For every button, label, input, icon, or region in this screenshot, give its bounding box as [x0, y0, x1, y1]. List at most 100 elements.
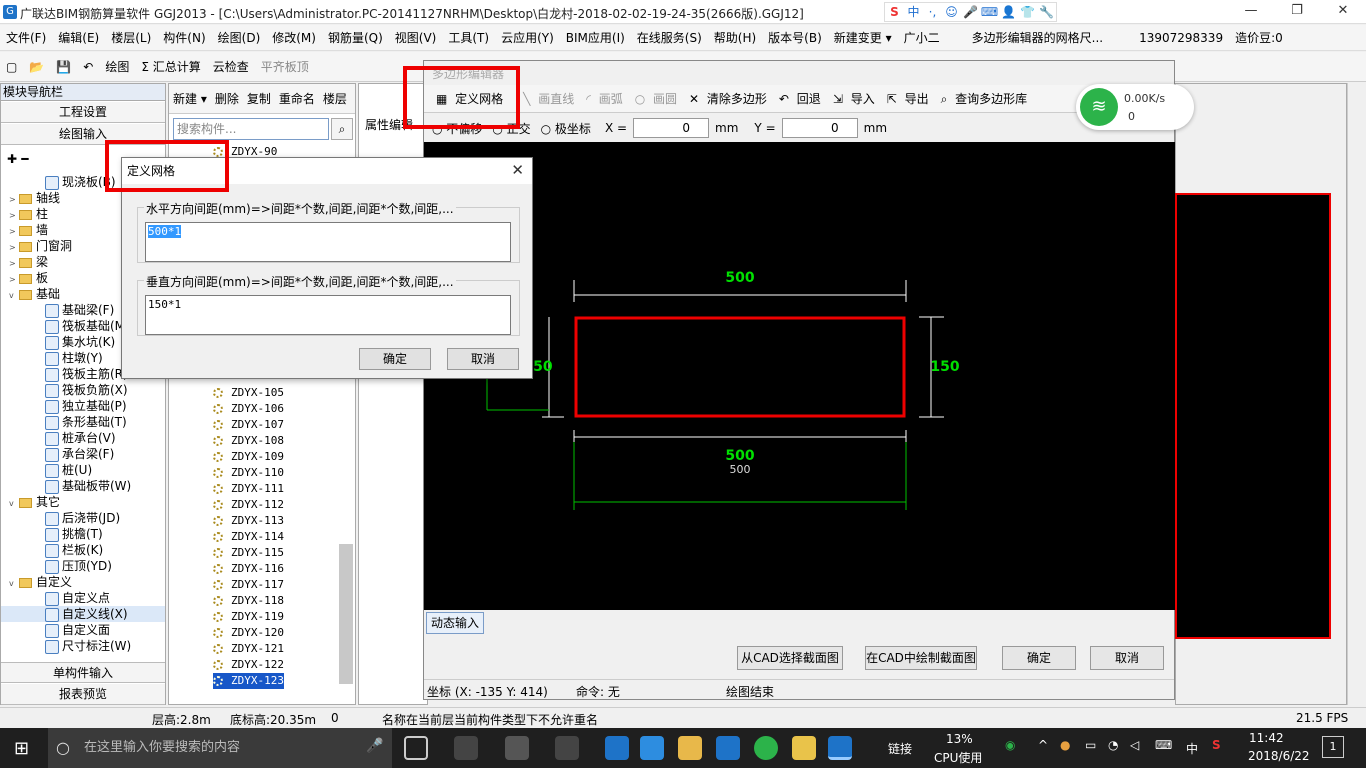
app-icon[interactable] — [555, 736, 579, 760]
wifi-tray-icon[interactable]: ◉ — [1005, 738, 1015, 752]
taskbar-search[interactable]: 在这里输入你要搜索的内容 — [48, 728, 392, 768]
windows-start-icon[interactable]: ⊞ — [14, 738, 29, 759]
keyboard-icon[interactable]: ⌨ — [980, 3, 999, 21]
tray-app-icon[interactable]: ● — [1060, 738, 1070, 752]
ime-punct[interactable]: ·, — [923, 3, 942, 21]
align-slab-button[interactable]: 平齐板顶 — [255, 52, 315, 82]
rename-button[interactable]: 重命名 — [275, 84, 319, 114]
restore-icon[interactable]: ❐ — [1274, 0, 1320, 22]
menu-beans[interactable]: 造价豆:0 — [1229, 25, 1289, 51]
tree-item[interactable]: 尺寸标注(W) — [1, 638, 165, 654]
tree-item[interactable]: 自定义点 — [1, 590, 165, 606]
list-item[interactable]: ZDYX-121 — [213, 641, 284, 657]
tree-item[interactable]: 独立基础(P) — [1, 398, 165, 414]
mic-icon[interactable]: 🎤 — [961, 3, 980, 21]
lang-indicator[interactable]: 中 — [1186, 740, 1198, 757]
list-item[interactable]: ZDYX-115 — [213, 545, 284, 561]
list-item[interactable]: ZDYX-106 — [213, 401, 284, 417]
tree-item[interactable]: 自定义面 — [1, 622, 165, 638]
x-input[interactable]: 0 — [633, 118, 710, 138]
green-app-icon[interactable] — [754, 736, 778, 760]
minimize-icon[interactable]: — — [1228, 0, 1274, 22]
floor-button[interactable]: 楼层 — [319, 84, 351, 114]
mic-icon[interactable]: 🎤 — [366, 738, 383, 754]
network-icon[interactable]: ◔ — [1108, 738, 1118, 752]
drawing-viewport[interactable] — [1175, 193, 1331, 639]
task-view-icon[interactable] — [404, 736, 428, 760]
tree-item[interactable]: 桩(U) — [1, 462, 165, 478]
menu-floor[interactable]: 楼层(L) — [105, 25, 157, 51]
menu-edit[interactable]: 编辑(E) — [52, 25, 105, 51]
list-item[interactable]: ZDYX-107 — [213, 417, 284, 433]
fan-app-icon[interactable] — [454, 736, 478, 760]
cad-select-button[interactable]: 从CAD选择截面图 — [737, 646, 843, 670]
list-item[interactable]: ZDYX-113 — [213, 513, 284, 529]
sogou-icon[interactable]: S — [885, 3, 904, 21]
menu-version[interactable]: 版本号(B) — [762, 25, 828, 51]
calc-button[interactable]: Σ 汇总计算 — [135, 52, 206, 82]
tree-item[interactable]: 条形基础(T) — [1, 414, 165, 430]
list-item[interactable]: ZDYX-109 — [213, 449, 284, 465]
menu-component[interactable]: 构件(N) — [157, 25, 211, 51]
cad-draw-button[interactable]: 在CAD中绘制截面图 — [865, 646, 977, 670]
delete-button[interactable]: 删除 — [211, 84, 243, 114]
chevron-up-icon[interactable]: ^ — [1038, 738, 1048, 752]
vertical-scrollbar[interactable] — [1347, 83, 1366, 705]
notification-icon[interactable]: 1 — [1322, 736, 1344, 758]
search-input[interactable]: 搜索构件... — [173, 118, 329, 140]
copy-button[interactable]: 复制 — [243, 84, 275, 114]
close-icon[interactable]: ✕ — [1320, 0, 1366, 22]
menu-draw[interactable]: 绘图(D) — [212, 25, 267, 51]
open-icon[interactable]: 📂 — [23, 52, 50, 82]
tree-item[interactable]: 基础板带(W) — [1, 478, 165, 494]
list-item[interactable]: ZDYX-119 — [213, 609, 284, 625]
tree-folder-open[interactable]: v 自定义 — [1, 574, 165, 590]
undo-icon[interactable]: ↶ — [77, 52, 99, 82]
menu-account[interactable]: 13907298339 — [1133, 25, 1229, 51]
list-item[interactable]: ZDYX-116 — [213, 561, 284, 577]
tree-item[interactable]: 压顶(YD) — [1, 558, 165, 574]
glodon-icon[interactable] — [716, 736, 740, 760]
ie-icon[interactable] — [640, 736, 664, 760]
keyboard-tray-icon[interactable]: ⌨ — [1155, 738, 1172, 752]
new-component-button[interactable]: 新建 ▾ — [169, 84, 211, 114]
new-file-icon[interactable]: ▢ — [0, 52, 23, 82]
dynamic-input-toggle[interactable]: 动态输入 — [426, 612, 484, 634]
horizontal-spacing-input[interactable]: 500*1 — [145, 222, 511, 262]
editor-cancel-button[interactable]: 取消 — [1090, 646, 1164, 670]
polar-radio[interactable]: ○ 极坐标 — [541, 120, 605, 137]
close-icon[interactable]: ✕ — [511, 161, 524, 179]
menu-notice[interactable]: 多边形编辑器的网格尺... — [966, 25, 1109, 51]
tree-item[interactable]: 承台梁(F) — [1, 446, 165, 462]
list-item[interactable]: ZDYX-114 — [213, 529, 284, 545]
menu-bim[interactable]: BIM应用(I) — [560, 25, 631, 51]
single-input-button[interactable]: 单构件输入 — [1, 662, 165, 683]
dialog-cancel-button[interactable]: 取消 — [447, 348, 519, 370]
back-button[interactable]: ↶ 回退 — [775, 85, 829, 113]
menu-cloud[interactable]: 云应用(Y) — [495, 25, 560, 51]
list-item[interactable]: ZDYX-122 — [213, 657, 284, 673]
tree-item[interactable]: 栏板(K) — [1, 542, 165, 558]
clear-polygon-button[interactable]: ✕ 清除多边形 — [685, 85, 775, 113]
notes-icon[interactable] — [792, 736, 816, 760]
list-item[interactable]: ZDYX-120 — [213, 625, 284, 641]
list-item-selected[interactable]: ZDYX-123 — [213, 673, 284, 689]
menu-modify[interactable]: 修改(M) — [266, 25, 322, 51]
tree-folder-open[interactable]: v 其它 — [1, 494, 165, 510]
draw-line-button[interactable]: ╲ 画直线 — [519, 85, 582, 113]
menu-view[interactable]: 视图(V) — [389, 25, 443, 51]
dialog-ok-button[interactable]: 确定 — [359, 348, 431, 370]
battery-icon[interactable]: ▭ — [1085, 738, 1096, 752]
draw-circle-button[interactable]: ○ 画圆 — [631, 85, 685, 113]
menu-online[interactable]: 在线服务(S) — [631, 25, 708, 51]
active-app-icon[interactable] — [828, 736, 852, 760]
menu-file[interactable]: 文件(F) — [0, 25, 52, 51]
menu-tools[interactable]: 工具(T) — [442, 25, 495, 51]
list-item[interactable]: ZDYX-112 — [213, 497, 284, 513]
ie-browser-icon[interactable] — [505, 736, 529, 760]
volume-icon[interactable]: ◁ — [1130, 738, 1139, 752]
list-item[interactable]: ZDYX-105 — [213, 385, 284, 401]
draw-arc-button[interactable]: ◜ 画弧 — [582, 85, 630, 113]
draw-button[interactable]: 绘图 — [99, 52, 135, 82]
list-item[interactable]: ZDYX-117 — [213, 577, 284, 593]
